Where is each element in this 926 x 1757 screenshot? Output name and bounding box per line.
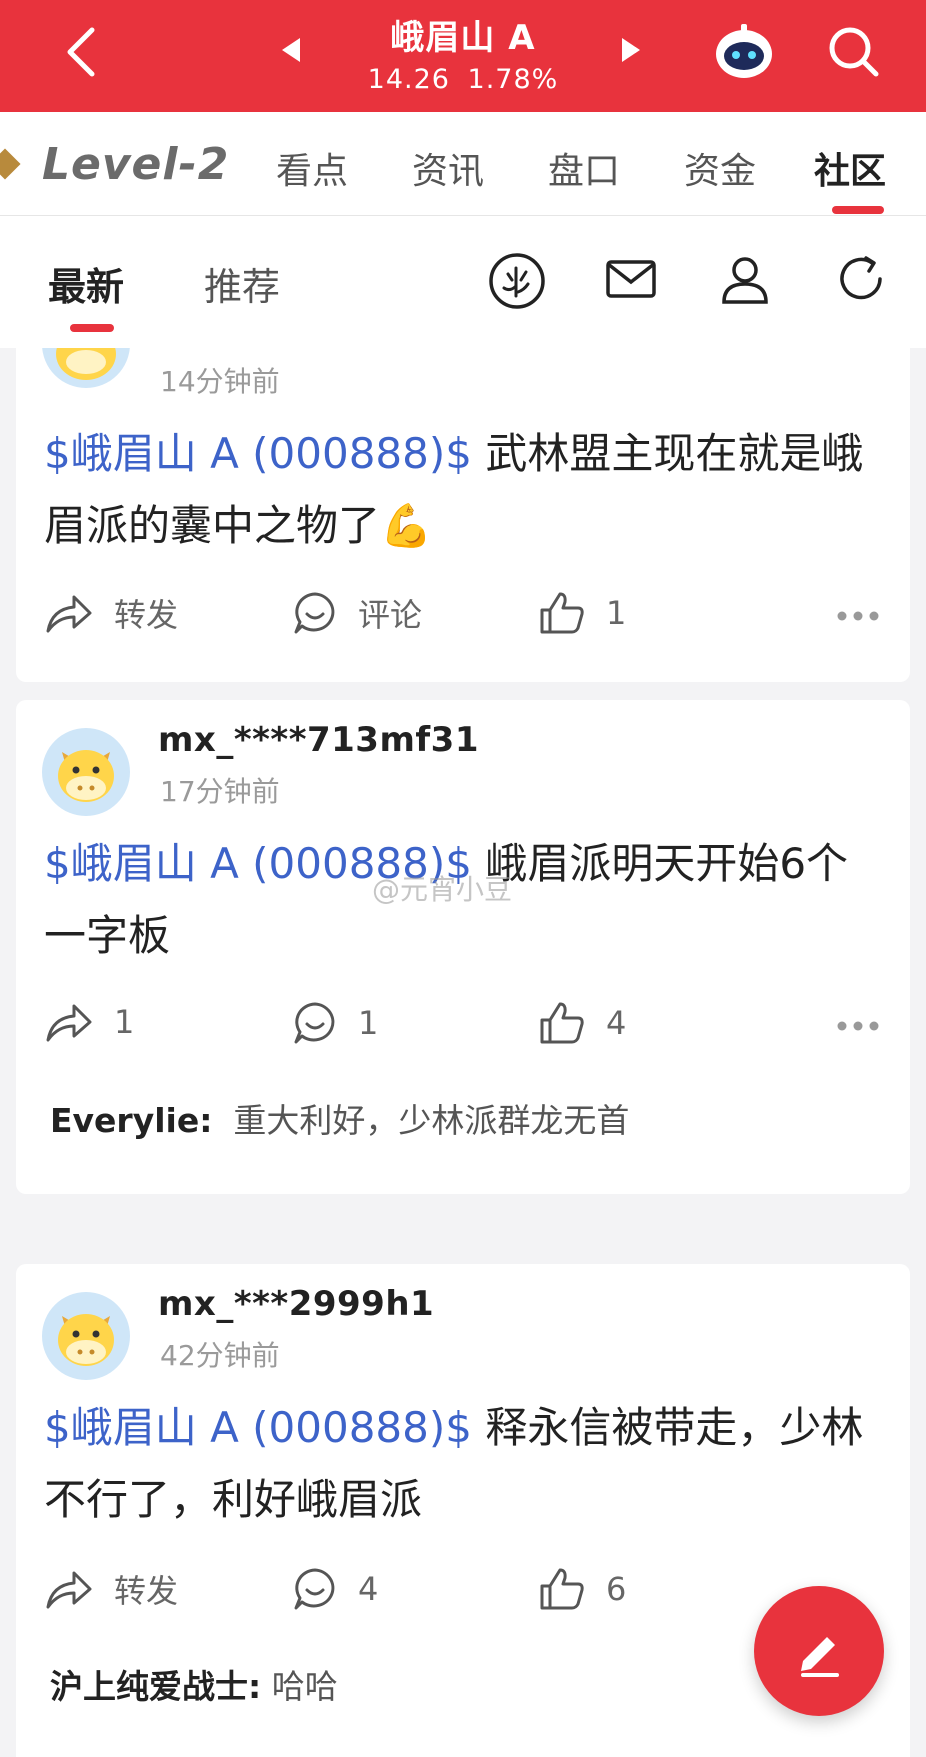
share-button[interactable]: 转发	[44, 590, 178, 636]
subtab-latest[interactable]: 最新	[48, 256, 124, 311]
username[interactable]: mx_****713mf31	[158, 720, 479, 760]
stock-name: 峨眉山 A	[390, 18, 536, 58]
subtab-recommend[interactable]: 推荐	[204, 256, 280, 311]
like-icon	[540, 592, 584, 634]
stock-quote: 14.26 1.78%	[0, 64, 926, 95]
comment-button[interactable]: 评论	[292, 590, 422, 636]
post-card[interactable]: 14分钟前 $峨眉山 A (000888)$ 武林盟主现在就是峨眉派的囊中之物了…	[16, 348, 910, 682]
tab-community[interactable]: 社区	[814, 142, 886, 194]
share-button[interactable]: 1	[44, 1000, 134, 1044]
active-subtab-indicator	[70, 324, 114, 332]
robot-icon[interactable]	[712, 22, 776, 82]
like-icon	[540, 1002, 584, 1044]
comment-button[interactable]: 4	[292, 1566, 378, 1612]
post-time: 14分钟前	[160, 365, 280, 398]
search-icon[interactable]	[826, 24, 882, 80]
flexed-biceps-emoji: 💪	[380, 501, 433, 550]
more-icon[interactable]	[836, 610, 880, 622]
tab-orderbook[interactable]: 盘口	[548, 142, 620, 194]
like-button[interactable]: 1	[538, 590, 626, 636]
stock-tag-link[interactable]: $峨眉山 A (000888)$	[44, 1403, 472, 1452]
active-tab-indicator	[832, 206, 884, 214]
next-stock-icon[interactable]	[620, 36, 642, 64]
comment-button[interactable]: 1	[292, 1000, 378, 1046]
tab-funds[interactable]: 资金	[684, 142, 756, 194]
cow-avatar-icon	[58, 750, 114, 802]
sub-tab-bar: 最新 推荐	[0, 216, 926, 348]
stock-change: 1.78%	[467, 64, 559, 95]
cow-avatar-icon	[56, 348, 116, 380]
post-content[interactable]: $峨眉山 A (000888)$ 武林盟主现在就是峨眉派的囊中之物了💪	[44, 418, 870, 562]
share-icon	[46, 1571, 92, 1609]
comment-icon	[294, 592, 335, 634]
community-logo-icon[interactable]	[488, 252, 546, 310]
reply-user[interactable]: Everylie:	[50, 1101, 212, 1140]
share-icon	[46, 595, 92, 633]
tab-news[interactable]: 资讯	[412, 142, 484, 194]
like-button[interactable]: 6	[538, 1566, 626, 1612]
reply-preview[interactable]: Everylie: 重大利好，少林派群龙无首	[50, 1094, 629, 1142]
post-time: 17分钟前	[160, 775, 280, 808]
post-time: 42分钟前	[160, 1339, 280, 1372]
reply-text: 重大利好，少林派群龙无首	[233, 1101, 630, 1140]
reply-text: 哈哈	[271, 1667, 338, 1706]
reply-preview[interactable]: 沪上纯爱战士: 哈哈	[50, 1660, 338, 1708]
post-card[interactable]: mx_****713mf31 17分钟前 $峨眉山 A (000888)$ 峨眉…	[16, 700, 910, 1194]
compose-button[interactable]	[754, 1586, 884, 1716]
like-icon	[540, 1568, 584, 1610]
level2-tab[interactable]: Level-2	[0, 134, 229, 194]
post-actions: 1 1 4	[16, 1000, 910, 1060]
avatar[interactable]	[42, 728, 130, 816]
like-button[interactable]: 4	[538, 1000, 626, 1046]
post-content[interactable]: $峨眉山 A (000888)$ 释永信被带走，少林不行了，利好峨眉派	[44, 1392, 870, 1536]
more-icon[interactable]	[836, 1020, 880, 1032]
stock-price: 14.26	[367, 64, 450, 95]
share-button[interactable]: 转发	[44, 1566, 178, 1612]
top-bar: 峨眉山 A 14.26 1.78%	[0, 0, 926, 112]
share-icon	[46, 1004, 92, 1042]
watermark: @元宵小豆	[372, 873, 513, 906]
comment-icon	[294, 1568, 335, 1610]
post-actions: 转发 评论 1	[16, 590, 910, 650]
feed: 14分钟前 $峨眉山 A (000888)$ 武林盟主现在就是峨眉派的囊中之物了…	[0, 348, 926, 1757]
mail-icon[interactable]	[604, 252, 658, 306]
tab-kandian[interactable]: 看点	[276, 142, 348, 194]
avatar[interactable]	[42, 348, 130, 388]
username[interactable]: mx_***2999h1	[158, 1284, 434, 1324]
tab-bar: Level-2 看点 资讯 盘口 资金 社区	[0, 112, 926, 216]
comment-icon	[294, 1002, 335, 1044]
reply-user[interactable]: 沪上纯爱战士:	[50, 1667, 261, 1706]
level2-badge-icon	[0, 148, 21, 180]
refresh-icon[interactable]	[834, 252, 888, 306]
user-icon[interactable]	[718, 252, 772, 306]
avatar[interactable]	[42, 1292, 130, 1380]
cow-avatar-icon	[58, 1314, 114, 1366]
stock-tag-link[interactable]: $峨眉山 A (000888)$	[44, 429, 472, 478]
edit-icon	[801, 1637, 839, 1677]
